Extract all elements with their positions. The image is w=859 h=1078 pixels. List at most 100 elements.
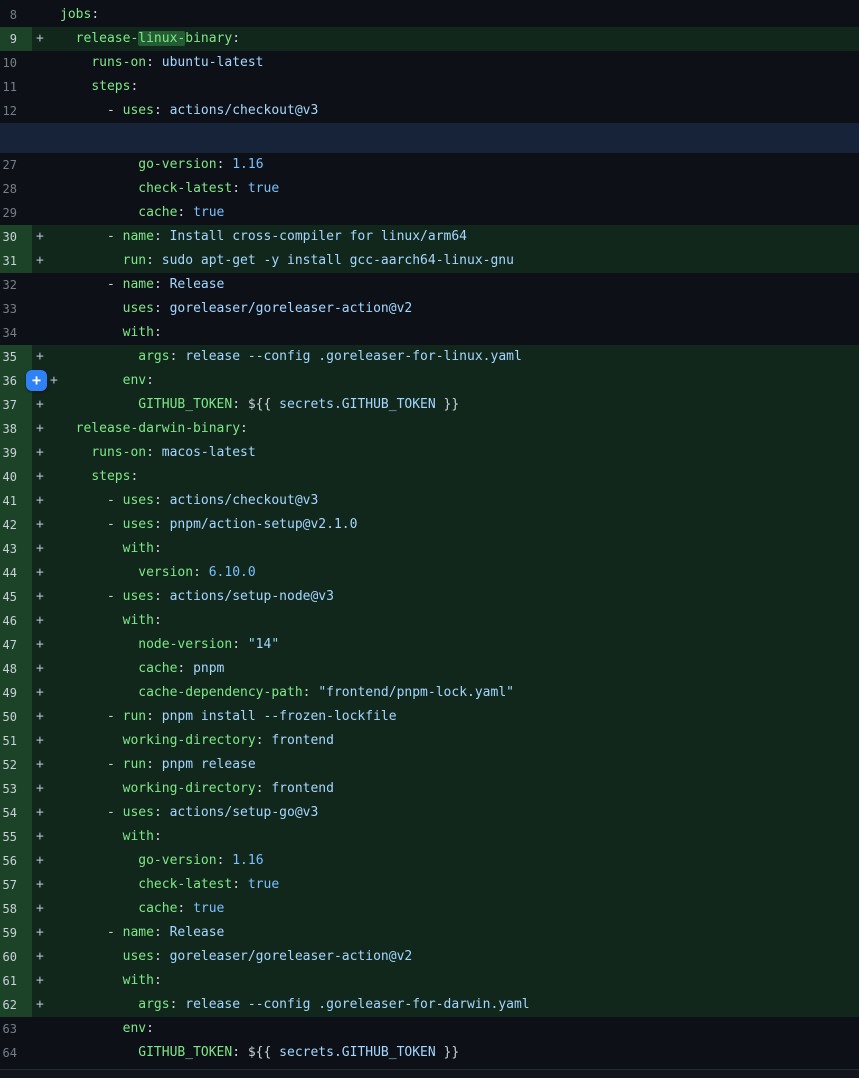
code-token: }}: [436, 397, 459, 412]
line-number[interactable]: 34: [0, 321, 32, 345]
code-line: args: release --config .goreleaser-for-d…: [60, 993, 530, 1017]
line-number[interactable]: 64: [0, 1041, 32, 1065]
line-number[interactable]: 49: [0, 681, 32, 705]
code-line: release-linux-binary:: [60, 27, 240, 51]
code-token: jobs: [60, 7, 91, 22]
line-number[interactable]: 27: [0, 153, 32, 177]
line-number[interactable]: 35: [0, 345, 32, 369]
line-number[interactable]: 62: [0, 993, 32, 1017]
code-token: :: [256, 781, 272, 796]
diff-marker: [36, 51, 46, 75]
expand-hidden-lines-row[interactable]: [0, 123, 859, 153]
line-number[interactable]: 29: [0, 201, 32, 225]
line-number[interactable]: 39: [0, 441, 32, 465]
line-number[interactable]: 47: [0, 633, 32, 657]
line-number[interactable]: 33: [0, 297, 32, 321]
diff-marker: +: [36, 969, 46, 993]
diff-marker: +: [36, 633, 46, 657]
code-token: :: [232, 397, 248, 412]
line-number[interactable]: 28: [0, 177, 32, 201]
line-number[interactable]: 31: [0, 249, 32, 273]
code-token: -: [60, 805, 123, 820]
diff-marker: +: [36, 465, 46, 489]
diff-marker: +: [36, 249, 46, 273]
line-number[interactable]: 53: [0, 777, 32, 801]
line-number[interactable]: 54: [0, 801, 32, 825]
line-number[interactable]: 56: [0, 849, 32, 873]
line-body: + working-directory: frontend: [32, 777, 859, 801]
diff-line: 38+ release-darwin-binary:: [0, 417, 859, 441]
line-number[interactable]: 40: [0, 465, 32, 489]
line-body: + - uses: pnpm/action-setup@v2.1.0: [32, 513, 859, 537]
line-number[interactable]: 30: [0, 225, 32, 249]
line-number[interactable]: 48: [0, 657, 32, 681]
code-line: with:: [60, 825, 162, 849]
line-number[interactable]: 32: [0, 273, 32, 297]
diff-marker: +: [36, 657, 46, 681]
diff-marker: +: [36, 993, 46, 1017]
code-line: GITHUB_TOKEN: ${{ secrets.GITHUB_TOKEN }…: [60, 393, 459, 417]
code-token: actions/setup-go@v3: [170, 805, 319, 820]
line-number[interactable]: 8: [0, 3, 32, 27]
diff-line: 39+ runs-on: macos-latest: [0, 441, 859, 465]
line-number[interactable]: 10: [0, 51, 32, 75]
code-token: :: [130, 469, 138, 484]
line-number[interactable]: 61: [0, 969, 32, 993]
code-line: jobs:: [60, 3, 99, 27]
diff-line: 50+ - run: pnpm install --frozen-lockfil…: [0, 705, 859, 729]
line-number[interactable]: 42: [0, 513, 32, 537]
add-line-comment-button[interactable]: +: [26, 370, 47, 391]
code-token: GITHUB_TOKEN: [138, 397, 232, 412]
line-number[interactable]: 37: [0, 393, 32, 417]
line-number[interactable]: 12: [0, 99, 32, 123]
code-token: [60, 253, 123, 268]
line-number[interactable]: 60: [0, 945, 32, 969]
code-token: [60, 877, 138, 892]
line-number[interactable]: 41: [0, 489, 32, 513]
code-token: :: [154, 589, 170, 604]
code-token: [60, 997, 138, 1012]
line-body: + check-latest: true: [32, 873, 859, 897]
code-token: actions/checkout@v3: [170, 103, 319, 118]
diff-marker: +: [36, 513, 46, 537]
diff-marker: +: [50, 369, 60, 393]
code-token: frontend: [271, 781, 334, 796]
line-body: env:: [32, 1017, 859, 1041]
code-token: :: [256, 733, 272, 748]
line-number[interactable]: 44: [0, 561, 32, 585]
line-number[interactable]: 59: [0, 921, 32, 945]
line-number[interactable]: 55: [0, 825, 32, 849]
diff-line: 42+ - uses: pnpm/action-setup@v2.1.0: [0, 513, 859, 537]
line-number[interactable]: 46: [0, 609, 32, 633]
code-token: with: [123, 541, 154, 556]
line-number[interactable]: 43: [0, 537, 32, 561]
code-line: - run: pnpm release: [60, 753, 256, 777]
code-token: true: [193, 205, 224, 220]
line-number[interactable]: 11: [0, 75, 32, 99]
code-token: :: [130, 79, 138, 94]
diff-line: 51+ working-directory: frontend: [0, 729, 859, 753]
code-token: :: [193, 565, 209, 580]
diff-line: 12 - uses: actions/checkout@v3: [0, 99, 859, 123]
line-number[interactable]: 50: [0, 705, 32, 729]
line-number[interactable]: 58: [0, 897, 32, 921]
line-number[interactable]: 9: [0, 27, 32, 51]
diff-marker: [36, 273, 46, 297]
code-token: secrets.GITHUB_TOKEN: [279, 397, 436, 412]
code-token: [60, 205, 138, 220]
diff-marker: +: [36, 489, 46, 513]
line-number[interactable]: 45: [0, 585, 32, 609]
diff-line: 9+ release-linux-binary:: [0, 27, 859, 51]
line-number[interactable]: 52: [0, 753, 32, 777]
code-token: linux-: [138, 31, 185, 46]
line-number[interactable]: 57: [0, 873, 32, 897]
diff-line: 43+ with:: [0, 537, 859, 561]
code-token: -: [60, 709, 123, 724]
line-number[interactable]: 38: [0, 417, 32, 441]
code-line: runs-on: ubuntu-latest: [60, 51, 264, 75]
diff-line: 60+ uses: goreleaser/goreleaser-action@v…: [0, 945, 859, 969]
line-body: + - uses: actions/setup-node@v3: [32, 585, 859, 609]
line-number[interactable]: 51: [0, 729, 32, 753]
line-number[interactable]: 63: [0, 1017, 32, 1041]
code-token: pnpm install --frozen-lockfile: [162, 709, 397, 724]
